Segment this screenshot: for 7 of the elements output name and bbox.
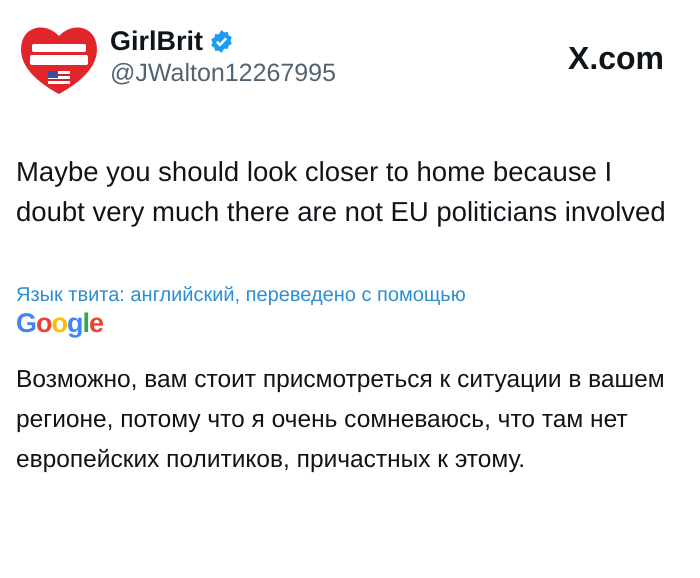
site-logo: X.com	[568, 40, 664, 77]
user-handle[interactable]: @JWalton12267995	[110, 59, 568, 88]
translated-text: Возможно, вам стоит присмотреться к ситуации в вашем регионе, потому что я очень сомневаюсь, что там нет европейских политиков, причастных к этому.	[16, 365, 666, 475]
user-name[interactable]: GirlBrit	[110, 26, 204, 57]
translation-label: Язык твита: английский, переведено с помощью	[16, 283, 467, 308]
tweet-text: Maybe you should look closer to home because I doubt very much there are not EU politicians involved	[16, 155, 667, 229]
google-logo: Google	[16, 308, 104, 338]
